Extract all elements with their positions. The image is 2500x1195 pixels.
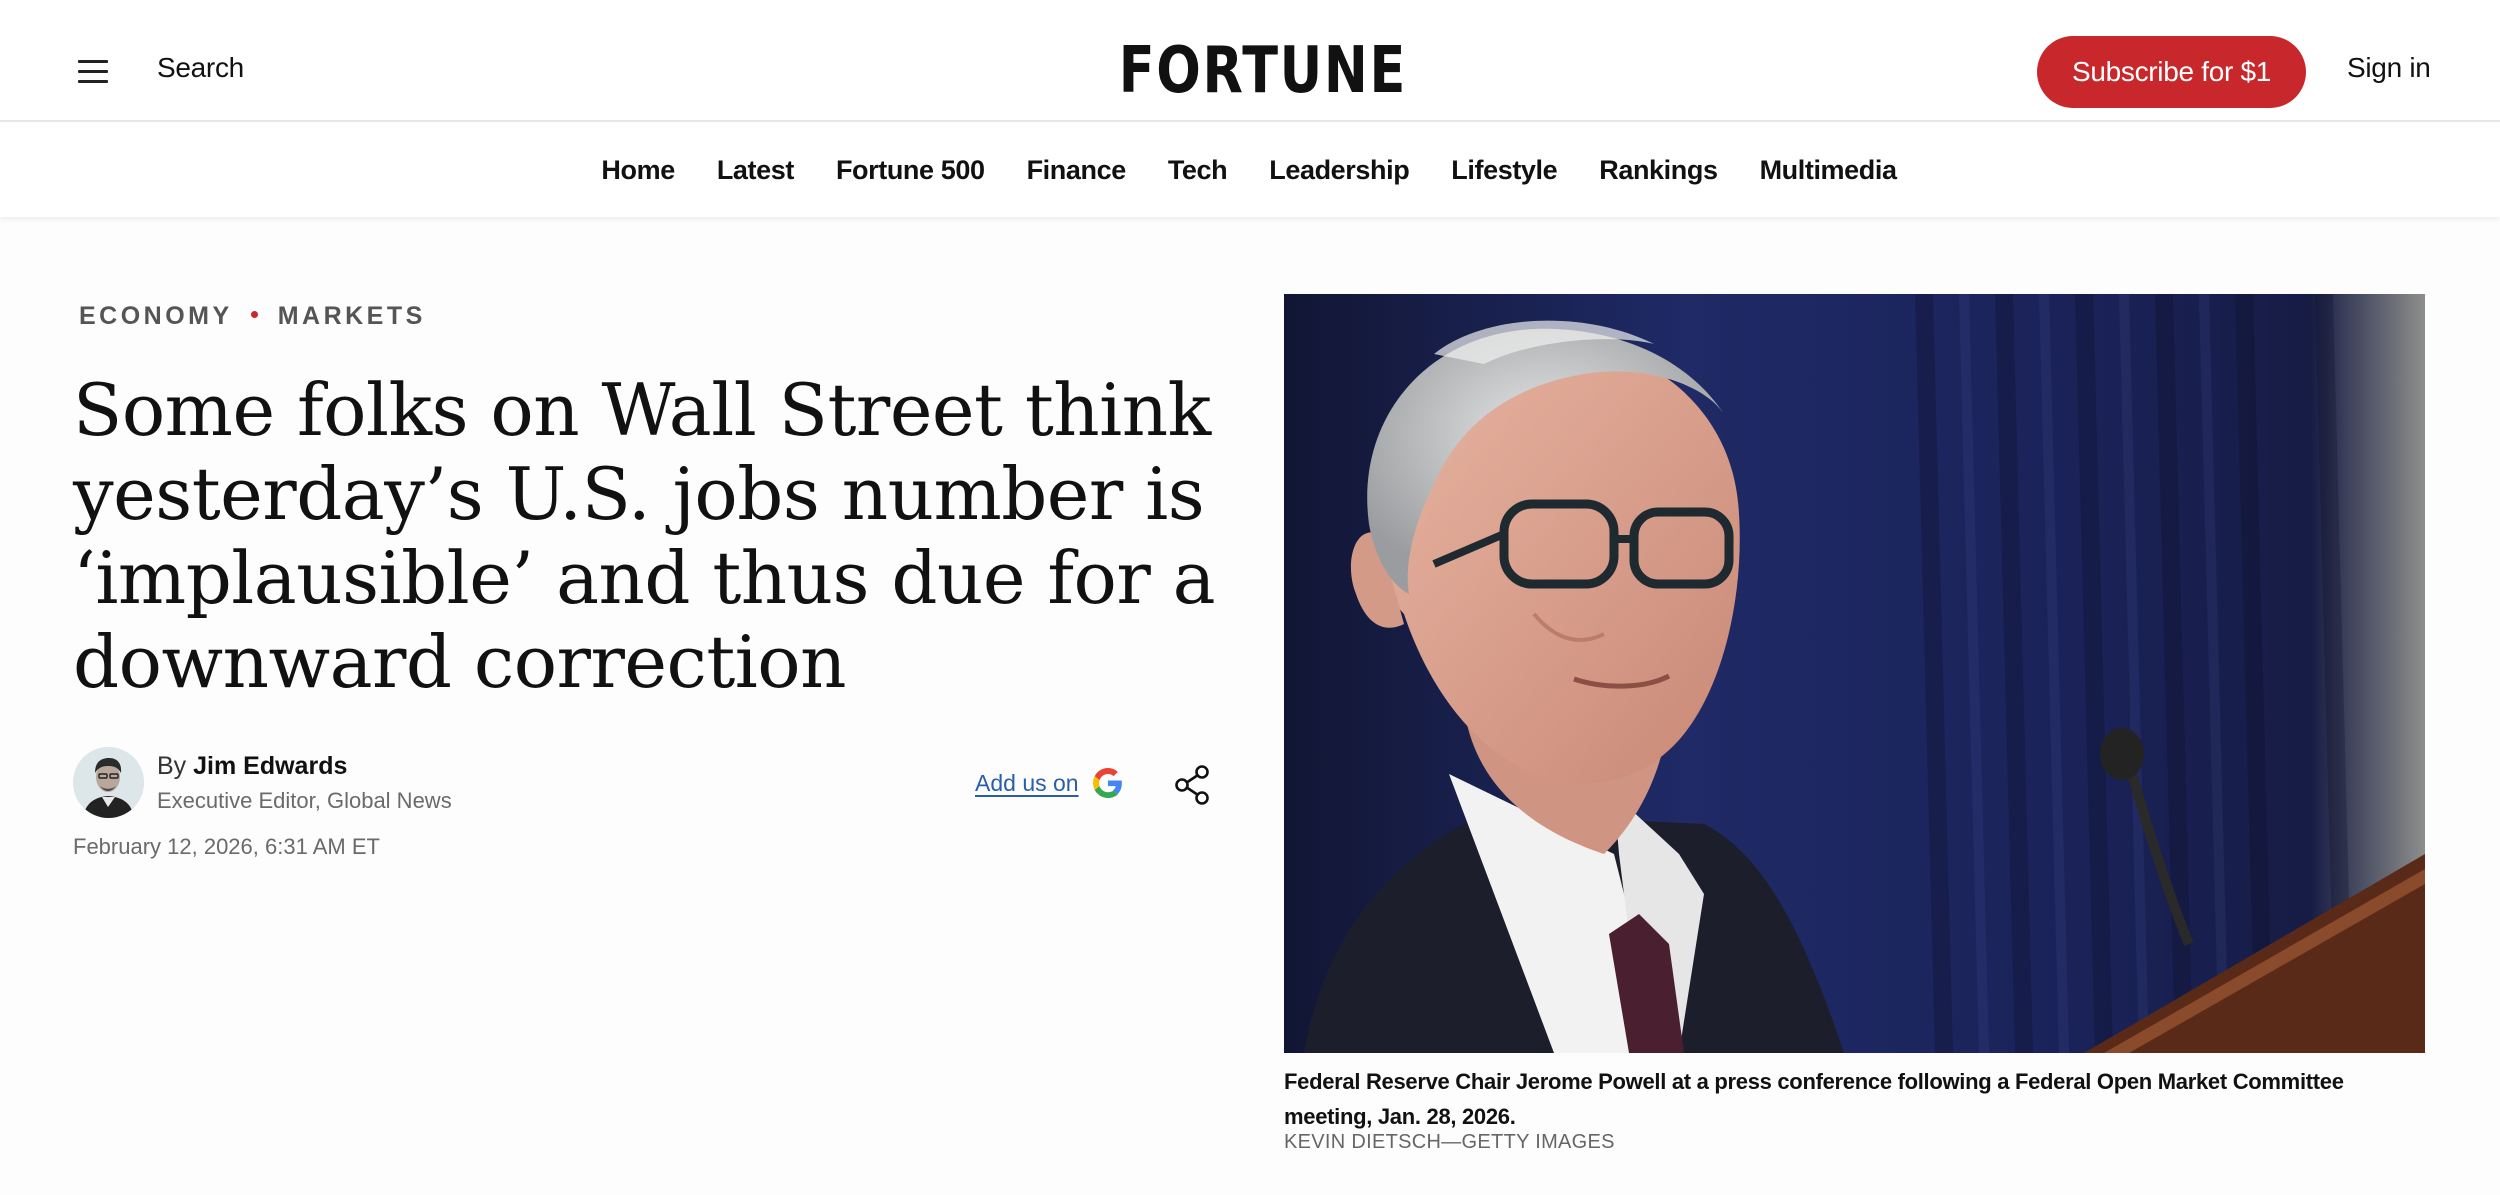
share-icon[interactable]: [1172, 764, 1212, 806]
nav-list: Home Latest Fortune 500 Finance Tech Lea…: [0, 123, 2500, 217]
author-portrait-icon: [73, 747, 144, 818]
byline: By Jim Edwards: [157, 752, 347, 781]
nav-item-tech[interactable]: Tech: [1168, 155, 1228, 186]
hero-image: [1284, 294, 2425, 1053]
image-caption: Federal Reserve Chair Jerome Powell at a…: [1284, 1069, 2344, 1129]
nav-item-rankings[interactable]: Rankings: [1599, 155, 1718, 186]
byline-prefix: By: [157, 752, 187, 780]
article-headline: Some folks on Wall Street think yesterda…: [73, 368, 1216, 704]
author-name-link[interactable]: Jim Edwards: [193, 752, 347, 780]
subscribe-button[interactable]: Subscribe for $1: [2037, 36, 2306, 108]
nav-item-leadership[interactable]: Leadership: [1269, 155, 1409, 186]
nav-item-finance[interactable]: Finance: [1027, 155, 1127, 186]
main-nav: Home Latest Fortune 500 Finance Tech Lea…: [0, 123, 2500, 217]
google-g-icon: [1092, 768, 1122, 798]
nav-item-lifestyle[interactable]: Lifestyle: [1451, 155, 1557, 186]
kicker-economy-link[interactable]: ECONOMY: [79, 302, 233, 331]
top-header: Search FORTUNE Subscribe for $1 Sign in: [0, 0, 2500, 122]
kicker-separator-dot: [250, 311, 258, 318]
author-title: Executive Editor, Global News: [157, 788, 452, 813]
fortune-logo[interactable]: FORTUNE: [1119, 36, 1406, 106]
kicker-markets-link[interactable]: MARKETS: [278, 302, 426, 331]
image-credit: KEVIN DIETSCH—GETTY IMAGES: [1284, 1131, 1615, 1153]
nav-item-home[interactable]: Home: [601, 155, 675, 186]
author-avatar[interactable]: [73, 747, 144, 818]
add-us-on-google-button[interactable]: Add us on: [975, 768, 1123, 798]
hero-photo-illustration: [1284, 294, 2425, 1053]
sign-in-link[interactable]: Sign in: [2347, 52, 2431, 84]
nav-item-fortune-500[interactable]: Fortune 500: [836, 155, 985, 186]
share-icon-graphic: [1175, 765, 1209, 805]
hamburger-menu-icon[interactable]: [74, 54, 114, 88]
add-us-label: Add us on: [975, 769, 1079, 796]
article-kicker: ECONOMY MARKETS: [79, 302, 426, 331]
nav-item-latest[interactable]: Latest: [717, 155, 795, 186]
publish-date: February 12, 2026, 6:31 AM ET: [73, 834, 380, 859]
nav-item-multimedia[interactable]: Multimedia: [1760, 155, 1897, 186]
search-button[interactable]: Search: [157, 52, 244, 84]
